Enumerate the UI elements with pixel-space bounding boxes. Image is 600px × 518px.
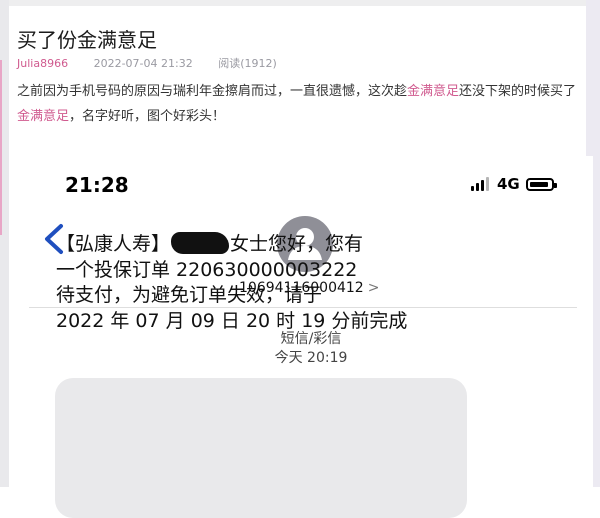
message-bubble — [55, 378, 467, 518]
left-accent-bar — [0, 60, 2, 235]
status-icons: 4G — [471, 175, 557, 193]
message-line-2: 一个投保订单 220630000003222 — [56, 258, 358, 281]
body-text-part: 之前因为手机号码的原因与瑞利年金擦肩而过，一直很遗憾，这次趁 — [17, 84, 408, 99]
product-link[interactable]: 金满意足 — [407, 84, 459, 99]
post-date: 2022-07-04 21:32 — [93, 57, 193, 70]
post-meta: Julia8966 2022-07-04 21:32 阅读(1912) — [17, 55, 277, 71]
message-line-4: 2022 年 07 月 09 日 20 时 19 分前完成 — [56, 309, 408, 332]
message-text: 【弘康人寿】 女士您好，您有 一个投保订单 220630000003222 待支付… — [56, 232, 456, 334]
redacted-name — [171, 232, 230, 254]
post-read-count: 阅读(1912) — [218, 57, 277, 70]
thread-timestamp: 今天 20:19 — [274, 350, 348, 366]
network-type: 4G — [497, 175, 520, 193]
post-author-link[interactable]: Julia8966 — [17, 57, 68, 70]
body-text-part: 还没下架的时候买了 — [459, 84, 577, 99]
product-link[interactable]: 金满意足 — [17, 109, 69, 124]
battery-icon — [525, 177, 557, 191]
message-line-1a: 【弘康人寿】 — [56, 233, 171, 255]
status-time: 21:28 — [65, 173, 129, 197]
signal-icon — [471, 177, 491, 191]
post-title: 买了份金满意足 — [17, 28, 157, 52]
message-line-3: 待支付，为避免订单失效，请于 — [56, 284, 323, 306]
post-body: 之前因为手机号码的原因与瑞利年金擦肩而过，一直很遗憾，这次趁金满意足还没下架的时… — [17, 79, 583, 129]
message-line-1b: 女士您好，您有 — [230, 233, 364, 255]
body-text-part: ，名字好听，图个好彩头！ — [69, 109, 226, 124]
